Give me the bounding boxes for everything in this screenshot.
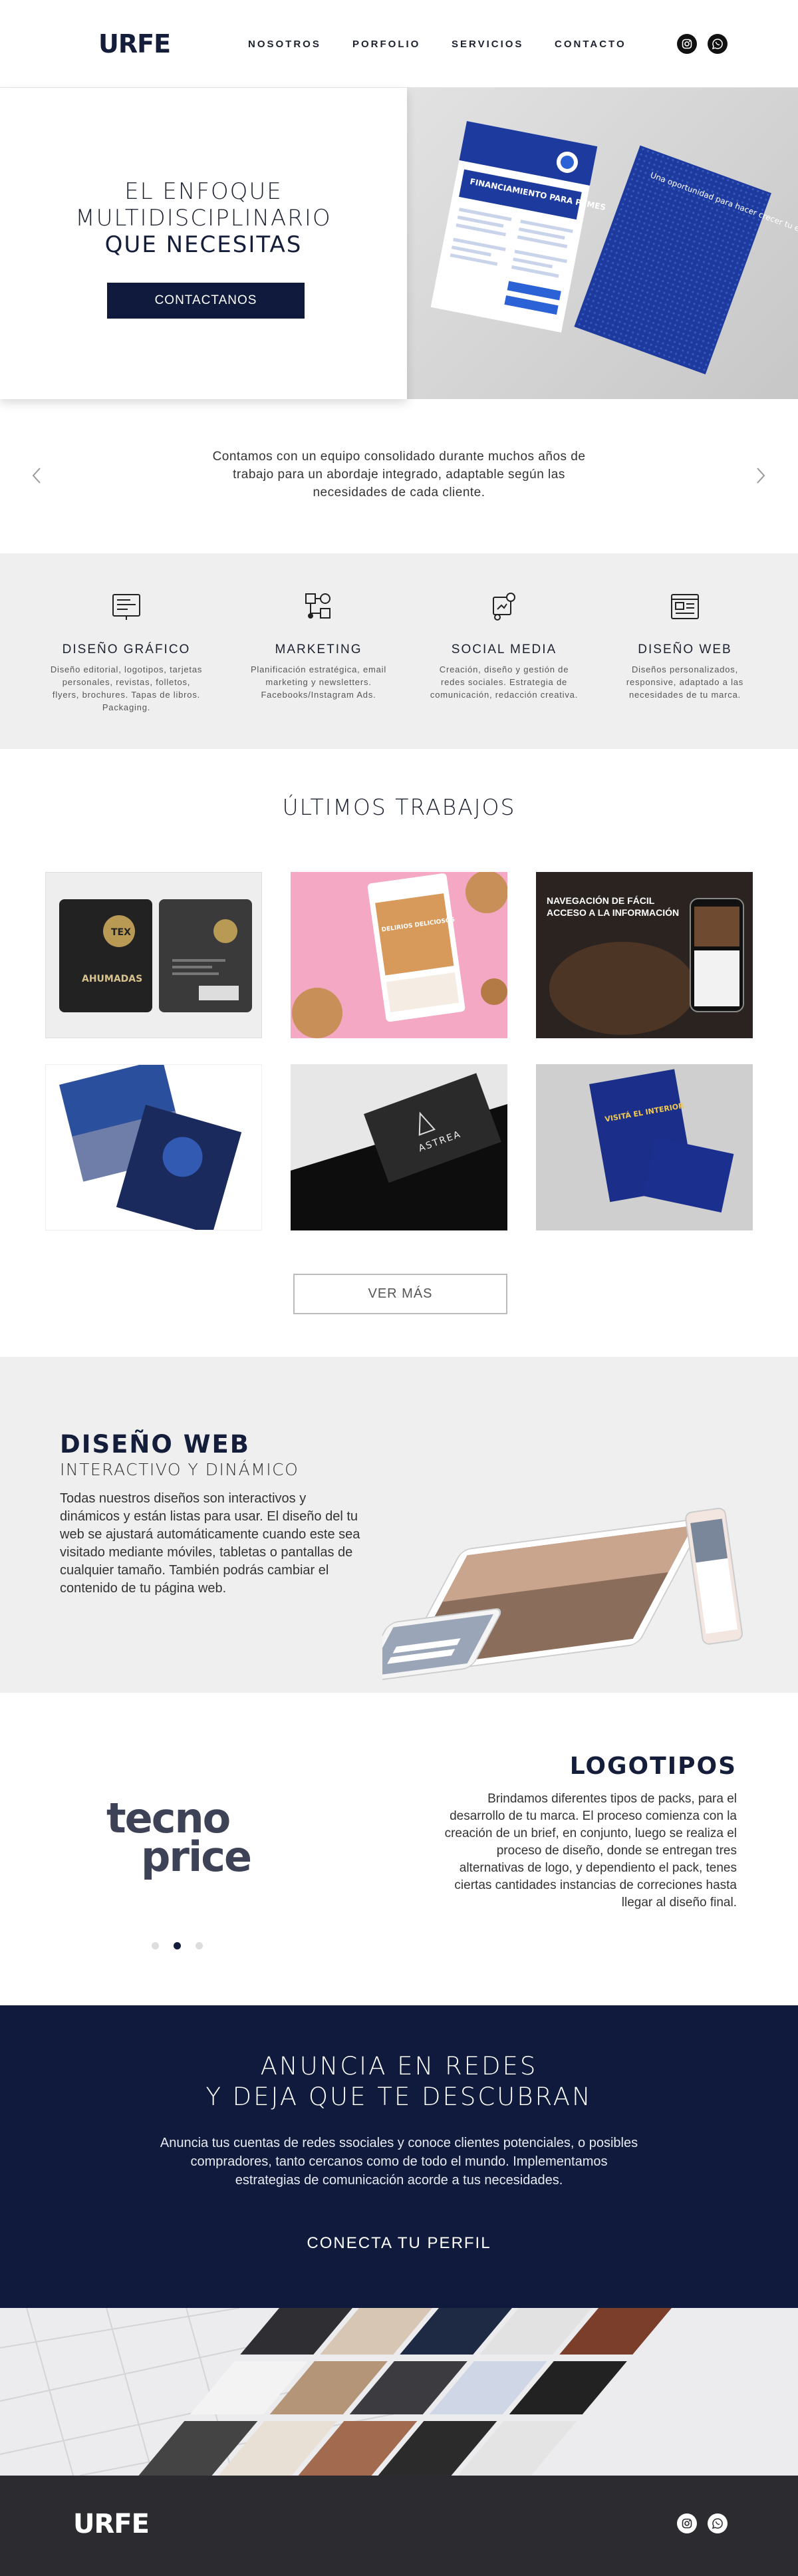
carousel-dot-3[interactable] [196,1942,203,1949]
footer: URFE [0,2476,798,2576]
about-text: Contamos con un equipo consolidado duran… [212,450,586,500]
service-desc: Planificación estratégica, email marketi… [250,664,387,700]
hero-title-line3: QUE NECESITAS [104,231,303,258]
hero-text-panel: EL ENFOQUE MULTIDISCIPLINARIO QUE NECESI… [0,88,407,399]
works-title: ÚLTIMOS TRABAJOS [282,794,516,820]
work-item-flyer[interactable]: VISITÁ EL INTERIOR [536,1064,753,1230]
hero-title: EL ENFOQUE MULTIDISCIPLINARIO QUE NECESI… [0,178,407,258]
packaging-badge: TEX [111,927,131,938]
carousel-dot-2[interactable] [174,1942,181,1949]
top-navbar: URFE NOSOTROS PORFOLIO SERVICIOS CONTACT… [0,0,798,88]
instagram-icon[interactable] [677,34,697,54]
footer-social [677,2513,728,2533]
service-graphic-design: DISEÑO GRÁFICO Diseño editorial, logotip… [50,591,203,714]
footer-logo[interactable]: URFE [73,2509,150,2539]
web-design-text: Todas nuestros diseños son interactivos … [60,1491,360,1596]
nav-contacto[interactable]: CONTACTO [555,39,626,50]
chevron-right-icon[interactable] [752,466,769,486]
nav-porfolio[interactable]: PORFOLIO [352,39,452,50]
service-desc: Diseño editorial, logotipos, tarjetas pe… [50,664,203,712]
work-item-instagram[interactable]: DELIRIOS DELICIOSOS [291,872,507,1038]
service-title: DISEÑO GRÁFICO [62,643,191,656]
ads-section: ANUNCIA EN REDES Y DEJA QUE TE DESCUBRAN… [0,2005,798,2308]
service-desc: Creación, diseño y gestión de redes soci… [430,664,579,700]
whatsapp-icon[interactable] [708,34,728,54]
hero-title-line1: EL ENFOQUE [124,178,283,205]
marketing-icon [305,593,331,619]
service-title: SOCIAL MEDIA [451,643,557,656]
ads-text: Anuncia tus cuentas de redes ssociales y… [160,2136,638,2188]
ads-title-line1: ANUNCIA EN REDES [260,2052,538,2080]
logo-example-carousel: tecno price [106,1798,252,1881]
main-menu: NOSOTROS PORFOLIO SERVICIOS CONTACTO [248,39,626,50]
devices-mockup-image [382,1507,743,1683]
ads-title-line2: Y DEJA QUE TE DESCUBRAN [205,2082,593,2111]
social-posts-mockup-image [0,2308,798,2476]
carousel-dot-1[interactable] [152,1942,159,1949]
logos-section: tecno price LOGOTIPOS Brindamos diferent… [0,1693,798,2005]
logos-text: Brindamos diferentes tipos de packs, par… [444,1792,737,1910]
work-item-business-card[interactable]: ASTREA [291,1064,507,1230]
contact-button[interactable]: CONTACTANOS [107,283,305,319]
web-design-icon [671,594,699,619]
nav-nosotros[interactable]: NOSOTROS [248,39,352,50]
logo-example-line2: price [141,1832,252,1881]
services-section: DISEÑO GRÁFICO Diseño editorial, logotip… [0,553,798,749]
social-media-icon [493,593,515,621]
work-item-app[interactable]: NAVEGACIÓN DE FÁCIL ACCESO A LA INFORMAC… [536,872,753,1038]
graphic-design-icon [112,594,140,620]
hero-section: EL ENFOQUE MULTIDISCIPLINARIO QUE NECESI… [0,88,798,399]
service-title: MARKETING [275,643,362,656]
whatsapp-icon[interactable] [708,2513,728,2533]
service-marketing: MARKETING Planificación estratégica, ema… [242,591,395,701]
service-web-design: DISEÑO WEB Diseños personalizados, respo… [608,591,761,701]
chevron-left-icon[interactable] [28,466,45,486]
carousel-dots [152,1942,203,1949]
hero-title-line2: MULTIDISCIPLINARIO [75,205,332,231]
web-design-section: DISEÑO WEB INTERACTIVO Y DINÁMICO Todas … [0,1357,798,1693]
site-logo[interactable]: URFE [98,29,171,59]
instagram-icon[interactable] [677,2513,697,2533]
header-social [677,34,728,54]
web-design-subtitle: INTERACTIVO Y DINÁMICO [60,1460,299,1479]
logos-title: LOGOTIPOS [569,1753,737,1780]
work-item-packaging[interactable]: TEX AHUMADAS [45,872,262,1038]
about-carousel: Contamos con un equipo consolidado duran… [0,399,798,553]
connect-profile-link[interactable]: CONECTA TU PERFIL [0,2234,798,2253]
hero-flyer-image: Una oportunidad para hacer crecer tu emp… [407,88,798,399]
packaging-caption: AHUMADAS [82,974,142,984]
work-item-brochure[interactable] [45,1064,262,1230]
service-social-media: SOCIAL MEDIA Creación, diseño y gestión … [428,591,581,701]
nav-servicios[interactable]: SERVICIOS [452,39,555,50]
service-title: DISEÑO WEB [638,643,732,656]
see-more-button[interactable]: VER MÁS [293,1274,507,1314]
web-design-title: DISEÑO WEB [60,1430,250,1459]
service-desc: Diseños personalizados, responsive, adap… [626,664,744,700]
app-caption: NAVEGACIÓN DE FÁCIL ACCESO A LA INFORMAC… [547,895,680,918]
